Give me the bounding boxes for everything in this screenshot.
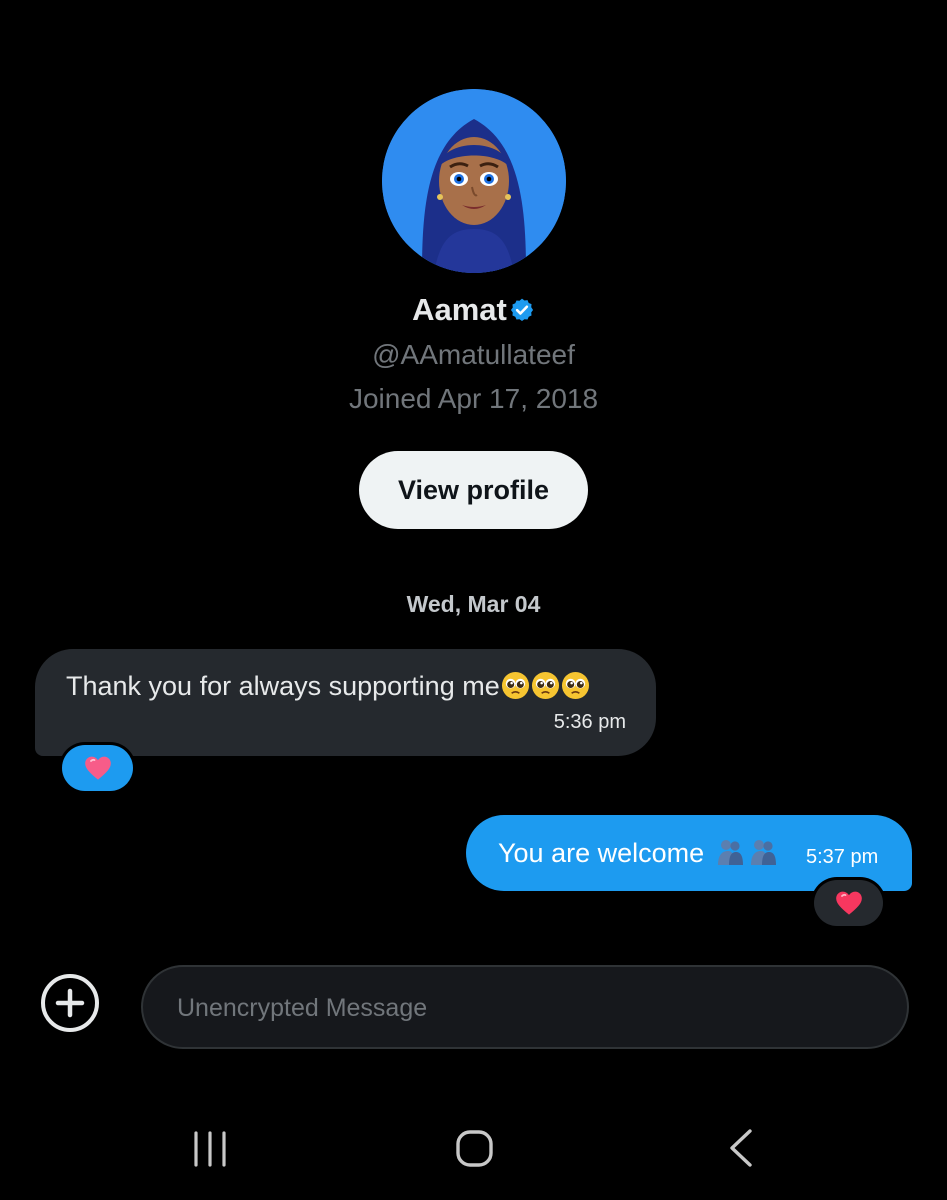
people-hugging-icon <box>750 840 776 865</box>
pleading-face-icon <box>561 671 589 700</box>
date-separator: Wed, Mar 04 <box>406 591 541 617</box>
plus-circle-icon <box>41 974 99 1032</box>
profile-joined-date: Joined Apr 17, 2018 <box>348 383 599 414</box>
message-composer[interactable] <box>141 965 909 1049</box>
message-reaction[interactable] <box>62 745 133 791</box>
back-button[interactable] <box>722 1120 762 1176</box>
home-button[interactable] <box>452 1120 496 1176</box>
heart-icon <box>84 756 111 780</box>
add-attachment-button[interactable] <box>39 972 101 1034</box>
heart-icon <box>835 891 862 915</box>
home-icon <box>456 1130 493 1167</box>
message-input[interactable] <box>175 967 879 1049</box>
message-timestamp: 5:37 pm <box>806 846 879 868</box>
profile-name-row: Aamat <box>0 290 947 333</box>
view-profile-button[interactable]: View profile <box>359 451 588 529</box>
message-text-row: Thank you for always supporting me <box>66 671 590 702</box>
recent-apps-icon <box>194 1131 226 1167</box>
profile-handle: @AAmatullateef <box>372 339 575 370</box>
message-bubble-incoming[interactable]: Thank you for always supporting me 5:36 … <box>35 649 656 756</box>
back-icon <box>730 1129 752 1167</box>
recent-apps-button[interactable] <box>188 1120 232 1176</box>
profile-avatar[interactable] <box>382 89 566 273</box>
pleading-face-icon <box>531 671 559 700</box>
people-hugging-icon <box>717 840 743 865</box>
message-text-row: You are welcome <box>498 837 778 869</box>
message-reaction[interactable] <box>814 880 883 926</box>
profile-name: Aamat <box>412 292 507 327</box>
message-timestamp: 5:36 pm <box>553 711 626 733</box>
verified-badge-icon <box>509 293 535 333</box>
message-text: You are welcome <box>498 838 712 868</box>
avatar-hijab-cartoon-icon <box>382 89 566 273</box>
message-text: Thank you for always supporting me <box>66 671 500 701</box>
pleading-face-icon <box>501 671 529 700</box>
